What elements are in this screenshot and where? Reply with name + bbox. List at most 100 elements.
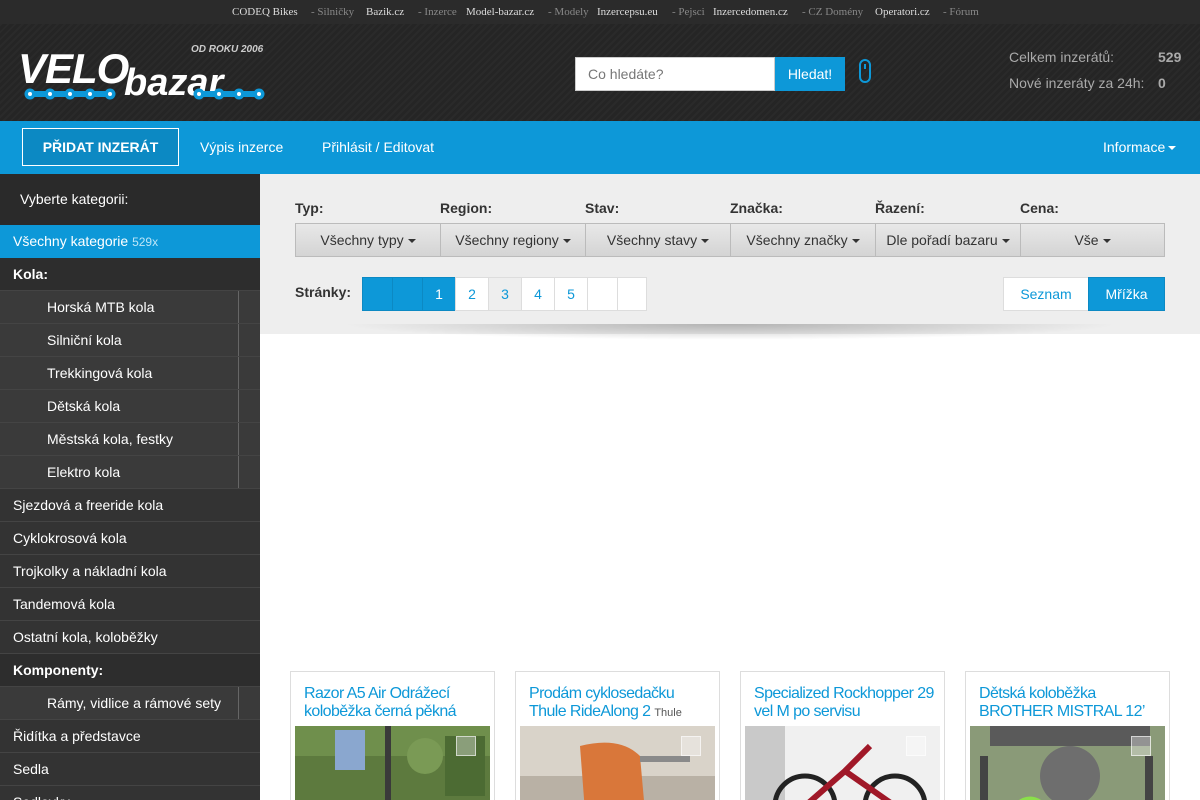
listing-photo[interactable] bbox=[295, 726, 490, 800]
sidebar-item-road[interactable]: Silniční kola bbox=[0, 324, 260, 357]
filter-brand-label: Značka: bbox=[730, 200, 783, 216]
filter-state-select[interactable]: Všechny stavy bbox=[585, 223, 731, 257]
chevron-right-icon[interactable] bbox=[238, 324, 260, 356]
page-button-3[interactable]: 3 bbox=[488, 277, 522, 311]
sidebar-item-tandem[interactable]: Tandemová kola bbox=[0, 588, 260, 621]
sidebar-item-handlebars[interactable]: Řidítka a představce bbox=[0, 720, 260, 753]
sidebar-item-label: Řidítka a představce bbox=[13, 728, 141, 744]
filter-type-select[interactable]: Všechny typy bbox=[295, 223, 441, 257]
filter-region-label: Region: bbox=[440, 200, 493, 216]
sidebar-item-label: Sedla bbox=[13, 761, 49, 777]
sidebar-item-mtb[interactable]: Horská MTB kola bbox=[0, 291, 260, 324]
logo-velo-text: VELO bbox=[18, 45, 129, 92]
filter-brand-select[interactable]: Všechny značky bbox=[730, 223, 876, 257]
site-header: OD ROKU 2006 VELO bazar Hledat! Celkem bbox=[0, 24, 1200, 121]
nav-login-link[interactable]: Přihlásit / Editovat bbox=[322, 121, 434, 174]
star-icon[interactable] bbox=[1131, 736, 1151, 756]
listing-title[interactable]: Dětská koloběžka BROTHER MISTRAL 12’ bbox=[979, 685, 1161, 721]
chain-graphic bbox=[24, 88, 265, 100]
listing-brand: Thule bbox=[654, 707, 682, 719]
chevron-right-icon[interactable] bbox=[238, 687, 260, 719]
star-icon[interactable] bbox=[906, 736, 926, 756]
listing-card[interactable]: Dětská koloběžka BROTHER MISTRAL 12’ bbox=[965, 671, 1170, 800]
filter-price-value: Vše bbox=[1074, 232, 1099, 248]
sidebar-item-seatposts[interactable]: Sedlovky bbox=[0, 786, 260, 800]
chevron-right-icon[interactable] bbox=[238, 456, 260, 488]
nav-info-dropdown[interactable]: Informace bbox=[1103, 121, 1177, 174]
main-navbar: PŘIDAT INZERÁT Výpis inzerce Přihlásit /… bbox=[0, 121, 1200, 174]
filter-region-select[interactable]: Všechny regiony bbox=[440, 223, 586, 257]
page-button-1[interactable]: 1 bbox=[422, 277, 456, 311]
sidebar-item-label: Rámy, vidlice a rámové sety bbox=[47, 695, 222, 711]
listing-card[interactable]: Prodám cyklosedačku Thule RideAlong 2 Th… bbox=[515, 671, 720, 800]
partner-link[interactable]: Operatori.cz bbox=[875, 0, 930, 24]
listing-card[interactable]: Razor A5 Air Odrážecí koloběžka černá pě… bbox=[290, 671, 495, 800]
nav-listings-link[interactable]: Výpis inzerce bbox=[200, 121, 283, 174]
page-button-5[interactable]: 5 bbox=[554, 277, 588, 311]
partner-caption: - Inzerce bbox=[418, 6, 457, 18]
list-view-button[interactable]: Seznam bbox=[1003, 277, 1089, 311]
chevron-down-icon bbox=[1001, 239, 1010, 244]
prev-page-button[interactable] bbox=[392, 277, 423, 311]
sidebar-item-other[interactable]: Ostatní kola, koloběžky bbox=[0, 621, 260, 654]
partner-link[interactable]: Model-bazar.cz bbox=[466, 0, 534, 24]
sidebar-item-label: Trekkingová kola bbox=[47, 365, 153, 381]
grid-view-button[interactable]: Mřížka bbox=[1088, 277, 1165, 311]
filter-price-select[interactable]: Vše bbox=[1020, 223, 1165, 257]
filter-type-label: Typ: bbox=[295, 200, 324, 216]
sidebar-item-label: Tandemová kola bbox=[13, 596, 115, 612]
search-button[interactable]: Hledat! bbox=[775, 57, 845, 91]
sidebar-item-label: Silniční kola bbox=[47, 332, 122, 348]
chevron-right-icon[interactable] bbox=[238, 291, 260, 323]
search-input[interactable] bbox=[575, 57, 775, 91]
chevron-down-icon bbox=[851, 239, 860, 244]
sidebar-item-city[interactable]: Městská kola, festky bbox=[0, 423, 260, 456]
chevron-right-icon[interactable] bbox=[238, 423, 260, 455]
listing-photo[interactable] bbox=[970, 726, 1165, 800]
sidebar-item-label: Cyklokrosová kola bbox=[13, 530, 127, 546]
chevron-down-icon bbox=[562, 239, 571, 244]
listing-photo[interactable] bbox=[745, 726, 940, 800]
chevron-right-icon[interactable] bbox=[238, 357, 260, 389]
next-page-button[interactable] bbox=[587, 277, 618, 311]
page-button-4[interactable]: 4 bbox=[521, 277, 555, 311]
add-listing-button[interactable]: PŘIDAT INZERÁT bbox=[22, 128, 179, 166]
sidebar-item-kids[interactable]: Dětská kola bbox=[0, 390, 260, 423]
sidebar-item-downhill[interactable]: Sjezdová a freeride kola bbox=[0, 489, 260, 522]
filter-brand-value: Všechny značky bbox=[746, 232, 848, 248]
listing-photo[interactable] bbox=[520, 726, 715, 800]
star-icon[interactable] bbox=[456, 736, 476, 756]
chevron-down-icon bbox=[407, 239, 416, 244]
sidebar-group-bikes: Kola: bbox=[0, 258, 260, 291]
listing-title[interactable]: Prodám cyklosedačku Thule RideAlong 2 Th… bbox=[529, 685, 711, 721]
sidebar-item-cyclocross[interactable]: Cyklokrosová kola bbox=[0, 522, 260, 555]
sidebar-item-all[interactable]: Všechny kategorie 529x bbox=[0, 225, 260, 258]
sidebar-item-frames[interactable]: Rámy, vidlice a rámové sety bbox=[0, 687, 260, 720]
listing-title[interactable]: Specialized Rockhopper 29 vel M po servi… bbox=[754, 685, 936, 721]
last-page-button[interactable] bbox=[617, 277, 647, 311]
partner-link[interactable]: Inzercedomen.cz bbox=[713, 0, 788, 24]
listing-card[interactable]: Specialized Rockhopper 29 vel M po servi… bbox=[740, 671, 945, 800]
sidebar-item-trekking[interactable]: Trekkingová kola bbox=[0, 357, 260, 390]
partner-link[interactable]: Bazik.cz bbox=[366, 0, 404, 24]
total-ads-label: Celkem inzerátů: bbox=[1009, 49, 1115, 65]
filter-sort-select[interactable]: Dle pořadí bazaru bbox=[875, 223, 1021, 257]
partner-link[interactable]: CODEQ Bikes bbox=[232, 0, 298, 24]
chevron-down-icon bbox=[701, 239, 710, 244]
partner-link[interactable]: Inzercepsu.eu bbox=[597, 0, 658, 24]
first-page-button[interactable] bbox=[362, 277, 393, 311]
sidebar-item-tricycles[interactable]: Trojkolky a nákladní kola bbox=[0, 555, 260, 588]
divider-shadow bbox=[340, 324, 1120, 340]
user-icon[interactable] bbox=[858, 58, 878, 88]
page-button-2[interactable]: 2 bbox=[455, 277, 489, 311]
site-logo[interactable]: OD ROKU 2006 VELO bazar bbox=[16, 44, 266, 104]
sidebar-item-saddles[interactable]: Sedla bbox=[0, 753, 260, 786]
chevron-right-icon[interactable] bbox=[238, 390, 260, 422]
partner-caption: - Silničky bbox=[311, 6, 355, 18]
partner-caption: - Fórum bbox=[943, 6, 979, 18]
list-view-label: Seznam bbox=[1020, 286, 1072, 302]
sidebar-item-electric[interactable]: Elektro kola bbox=[0, 456, 260, 489]
nav-login-label: Přihlásit / Editovat bbox=[322, 139, 435, 155]
star-icon[interactable] bbox=[681, 736, 701, 756]
listing-title[interactable]: Razor A5 Air Odrážecí koloběžka černá pě… bbox=[304, 685, 486, 721]
